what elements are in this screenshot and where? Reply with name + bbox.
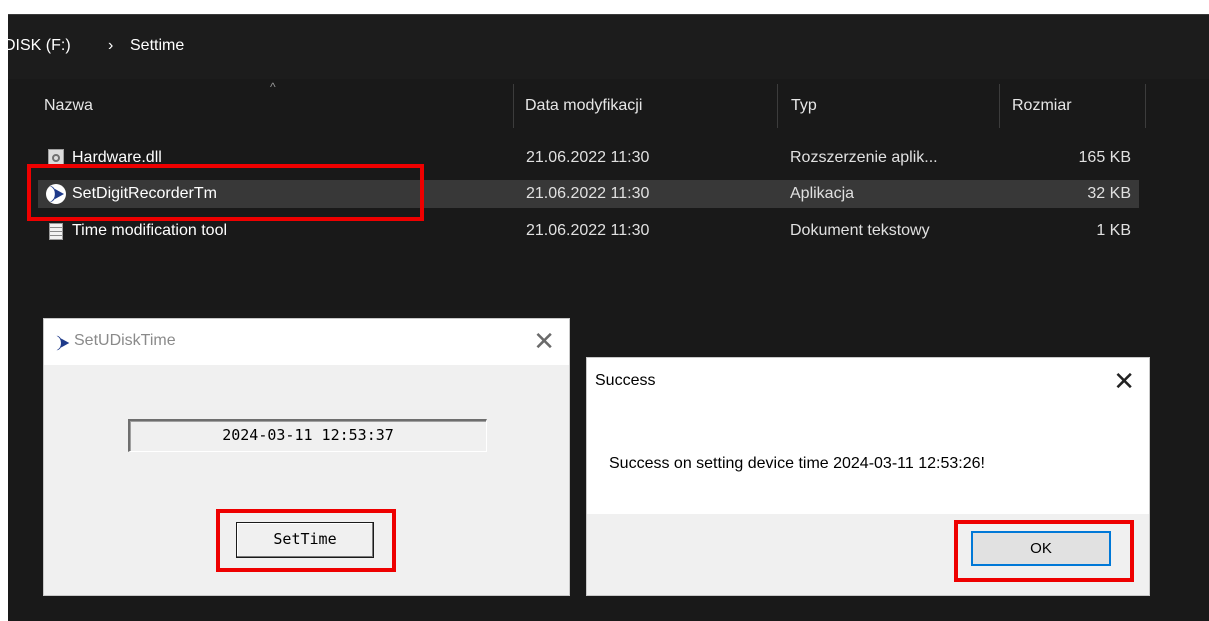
dialog-title: SetUDiskTime	[74, 332, 176, 349]
text-file-icon	[44, 217, 68, 245]
app-icon	[52, 333, 72, 358]
file-row[interactable]: Time modification tool 21.06.2022 11:30 …	[38, 217, 1139, 245]
column-header-type[interactable]: Typ	[791, 92, 817, 120]
column-divider[interactable]	[1145, 84, 1146, 128]
file-size: 32 KB	[1087, 185, 1131, 202]
address-bar[interactable]: DISK (F:) › Settime	[8, 14, 1209, 79]
close-icon[interactable]: ✕	[533, 326, 555, 356]
column-divider[interactable]	[777, 84, 778, 128]
file-size: 165 KB	[1078, 149, 1131, 166]
breadcrumb-folder[interactable]: Settime	[130, 37, 184, 55]
column-divider[interactable]	[513, 84, 514, 128]
file-size: 1 KB	[1096, 222, 1131, 239]
file-type: Rozszerzenie aplik...	[790, 149, 938, 166]
file-date: 21.06.2022 11:30	[526, 185, 650, 202]
column-divider[interactable]	[999, 84, 1000, 128]
file-type: Dokument tekstowy	[790, 222, 930, 239]
sort-ascending-icon: ^	[270, 80, 276, 94]
breadcrumb-drive[interactable]: DISK (F:)	[8, 37, 71, 55]
highlight-box	[27, 164, 424, 221]
file-name: Time modification tool	[72, 222, 228, 239]
close-icon[interactable]: ✕	[1113, 366, 1135, 396]
highlight-box	[216, 509, 396, 572]
column-header-date[interactable]: Data modyfikacji	[525, 92, 642, 120]
file-type: Aplikacja	[790, 185, 855, 202]
column-header-size[interactable]: Rozmiar	[1012, 92, 1072, 120]
column-header-name[interactable]: Nazwa	[44, 92, 93, 120]
device-time-field[interactable]: 2024-03-11 12:53:37	[128, 419, 487, 452]
success-message: Success on setting device time 2024-03-1…	[609, 455, 985, 472]
file-date: 21.06.2022 11:30	[526, 149, 650, 166]
dialog-title-bar[interactable]: SetUDiskTime ✕	[44, 319, 569, 365]
chevron-right-icon[interactable]: ›	[108, 37, 113, 55]
file-date: 21.06.2022 11:30	[526, 222, 650, 239]
highlight-box	[954, 520, 1134, 582]
dialog-title: Success	[595, 372, 656, 389]
